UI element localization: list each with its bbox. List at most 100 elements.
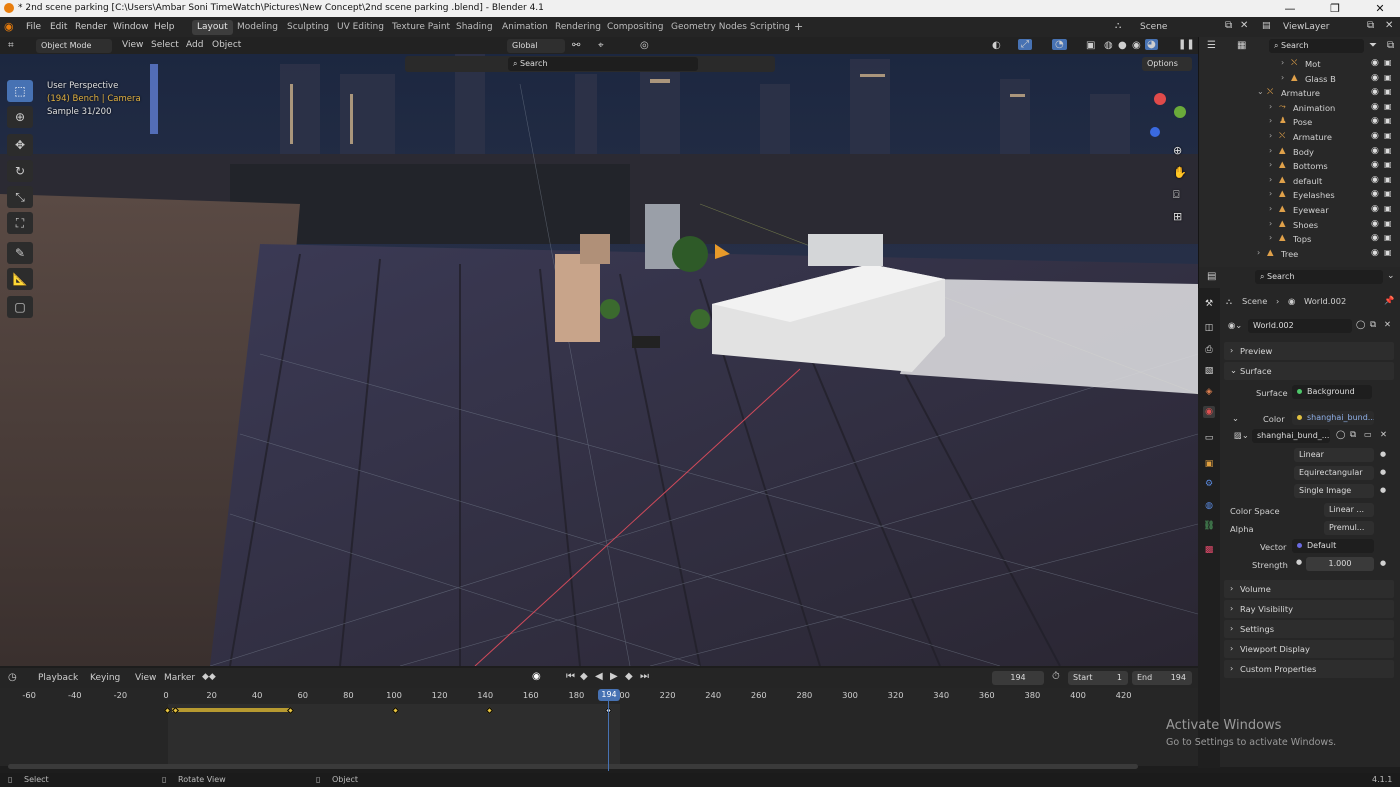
menu-edit[interactable]: Edit — [50, 22, 67, 32]
options-dropdown[interactable]: Options — [1142, 57, 1192, 71]
outliner-row[interactable]: › ▲ Glass B ◉ ▣ — [1199, 72, 1400, 87]
duplicate-icon[interactable]: ⧉ — [1370, 319, 1376, 330]
render-visibility-icon[interactable]: ▣ — [1384, 58, 1392, 67]
render-tab-icon[interactable]: ◫ — [1203, 322, 1215, 334]
fake-user-icon[interactable]: ◯ — [1356, 319, 1365, 329]
visibility-eye-icon[interactable]: ◉ — [1371, 160, 1379, 170]
properties-options-icon[interactable]: ⌄ — [1387, 271, 1395, 281]
rotate-tool-icon[interactable]: ↻ — [7, 160, 33, 182]
tab-layout[interactable]: Layout — [192, 20, 233, 35]
tool-tab-icon[interactable]: ⚒ — [1203, 298, 1215, 310]
panel-viewport-display[interactable]: › Viewport Display — [1224, 640, 1394, 658]
scene-copy-icon[interactable]: ⧉ — [1225, 20, 1232, 31]
end-frame-field[interactable]: End 194 — [1132, 671, 1192, 685]
physics-tab-icon[interactable]: ◍ — [1203, 500, 1215, 512]
timeline-menu-playback[interactable]: Playback — [38, 673, 78, 683]
close-window-button[interactable]: ✕ — [1360, 1, 1400, 16]
tab-sculpting[interactable]: Sculpting — [282, 20, 334, 35]
play-icon[interactable]: ▶ — [610, 671, 618, 682]
collection-tab-icon[interactable]: ▭ — [1203, 432, 1215, 444]
surface-shader-field[interactable]: Background — [1292, 385, 1372, 399]
chevron-right-icon[interactable]: › — [1269, 146, 1272, 155]
visibility-eye-icon[interactable]: ◉ — [1371, 175, 1379, 185]
alpha-dropdown[interactable]: Premul... — [1324, 521, 1374, 535]
chevron-right-icon[interactable]: › — [1269, 160, 1272, 169]
viewport-search-input[interactable]: ⌕ Search — [508, 57, 698, 71]
render-visibility-icon[interactable]: ▣ — [1384, 219, 1392, 228]
source-dropdown[interactable]: Single Image — [1294, 484, 1374, 498]
shading-wireframe-icon[interactable]: ◍ — [1104, 40, 1113, 51]
viewport-menu-view[interactable]: View — [122, 40, 143, 50]
add-workspace-button[interactable]: + — [789, 18, 808, 33]
viewlayer-remove-icon[interactable]: ✕ — [1385, 20, 1393, 31]
visibility-eye-icon[interactable]: ◉ — [1371, 146, 1379, 156]
timeline-menu-view[interactable]: View — [135, 673, 156, 683]
shading-solid-icon[interactable]: ● — [1118, 40, 1127, 51]
render-visibility-icon[interactable]: ▣ — [1384, 204, 1392, 213]
panel-volume[interactable]: › Volume — [1224, 580, 1394, 598]
display-mode-icon[interactable]: ▦ — [1237, 40, 1246, 51]
camera-view-icon[interactable]: ⌼ — [1173, 188, 1180, 202]
keyframe-dot-icon[interactable]: ● — [1380, 468, 1386, 476]
render-visibility-icon[interactable]: ▣ — [1384, 73, 1392, 82]
add-cube-tool-icon[interactable]: ▢ — [7, 296, 33, 318]
select-tool-icon[interactable]: ⬚ — [7, 80, 33, 102]
outliner-row[interactable]: › ⛌ Mot ◉ ▣ — [1199, 57, 1400, 72]
overlay-toggle-icon[interactable]: ◔ — [1052, 39, 1067, 50]
viewport-menu-object[interactable]: Object — [212, 40, 241, 50]
outliner-row[interactable]: › ▲ Shoes ◉ ▣ — [1199, 218, 1400, 233]
editor-type-icon[interactable]: ⌗ — [8, 40, 14, 51]
render-visibility-icon[interactable]: ▣ — [1384, 189, 1392, 198]
move-tool-icon[interactable]: ✥ — [7, 134, 33, 156]
modifier-tab-icon[interactable]: ⚙ — [1203, 478, 1215, 490]
timeline-keyframes[interactable] — [0, 704, 1198, 769]
interpolation-dropdown[interactable]: Linear — [1294, 448, 1374, 462]
panel-surface[interactable]: ⌄ Surface — [1224, 362, 1394, 380]
timeline-scrollbar[interactable] — [8, 764, 1138, 769]
outliner-row[interactable]: › ▲ Eyewear ◉ ▣ — [1199, 203, 1400, 218]
panel-custom-properties[interactable]: › Custom Properties — [1224, 660, 1394, 678]
tab-uv-editing[interactable]: UV Editing — [332, 20, 389, 35]
image-browse-icon[interactable]: ▨⌄ — [1234, 430, 1249, 440]
scene-remove-icon[interactable]: ✕ — [1240, 20, 1248, 31]
tab-shading[interactable]: Shading — [451, 20, 498, 35]
chevron-right-icon[interactable]: › — [1257, 248, 1260, 257]
prev-keyframe-icon[interactable]: ◆ — [580, 671, 588, 682]
keyframe-dot-icon[interactable]: ● — [1380, 450, 1386, 458]
strength-field[interactable]: 1.000 — [1306, 557, 1374, 571]
start-frame-field[interactable]: Start 1 — [1068, 671, 1128, 685]
menu-render[interactable]: Render — [75, 22, 107, 32]
chevron-right-icon[interactable]: › — [1269, 131, 1272, 140]
timeline-menu-keying[interactable]: Keying — [90, 673, 120, 683]
transform-tool-icon[interactable]: ⛶ — [7, 212, 33, 234]
chevron-right-icon[interactable]: › — [1269, 175, 1272, 184]
xray-icon[interactable]: ▣ — [1086, 40, 1095, 51]
chevron-right-icon[interactable]: › — [1269, 189, 1272, 198]
zoom-icon[interactable]: ⊕ — [1173, 144, 1182, 157]
timeline-menu-marker[interactable]: Marker — [164, 673, 195, 683]
chevron-down-icon[interactable]: ⌄ — [1257, 87, 1264, 96]
measure-tool-icon[interactable]: 📐 — [7, 268, 33, 290]
pin-icon[interactable]: 📌 — [1384, 295, 1394, 306]
chevron-down-icon[interactable]: ⌄ — [1232, 413, 1239, 423]
gizmo-toggle-icon[interactable]: ⤢ — [1018, 39, 1032, 50]
outliner-row[interactable]: › ♟ Pose ◉ ▣ — [1199, 115, 1400, 130]
chevron-right-icon[interactable]: › — [1269, 204, 1272, 213]
render-visibility-icon[interactable]: ▣ — [1384, 131, 1392, 140]
object-tab-icon[interactable]: ▣ — [1203, 458, 1215, 470]
world-tab-icon[interactable]: ◉ — [1203, 406, 1215, 418]
outliner-row[interactable]: ⌄ ⛌ Armature ◉ ▣ — [1199, 86, 1400, 101]
playhead-frame-label[interactable]: 194 — [598, 689, 620, 701]
texture-tab-icon[interactable]: ▩ — [1203, 544, 1215, 556]
outliner-row[interactable]: › ▲ Tree ◉ ▣ — [1199, 247, 1400, 262]
outliner-row[interactable]: › ▲ Body ◉ ▣ — [1199, 145, 1400, 160]
render-visibility-icon[interactable]: ▣ — [1384, 87, 1392, 96]
scene-selector[interactable]: Scene — [1140, 22, 1167, 32]
image-name-field[interactable]: shanghai_bund_... — [1252, 429, 1330, 443]
visibility-eye-icon[interactable]: ◉ — [1371, 73, 1379, 83]
render-visibility-icon[interactable]: ▣ — [1384, 175, 1392, 184]
tab-animation[interactable]: Animation — [497, 20, 553, 35]
tab-modeling[interactable]: Modeling — [232, 20, 283, 35]
vector-field[interactable]: Default — [1292, 539, 1374, 553]
maximize-button[interactable]: ❐ — [1315, 1, 1355, 16]
